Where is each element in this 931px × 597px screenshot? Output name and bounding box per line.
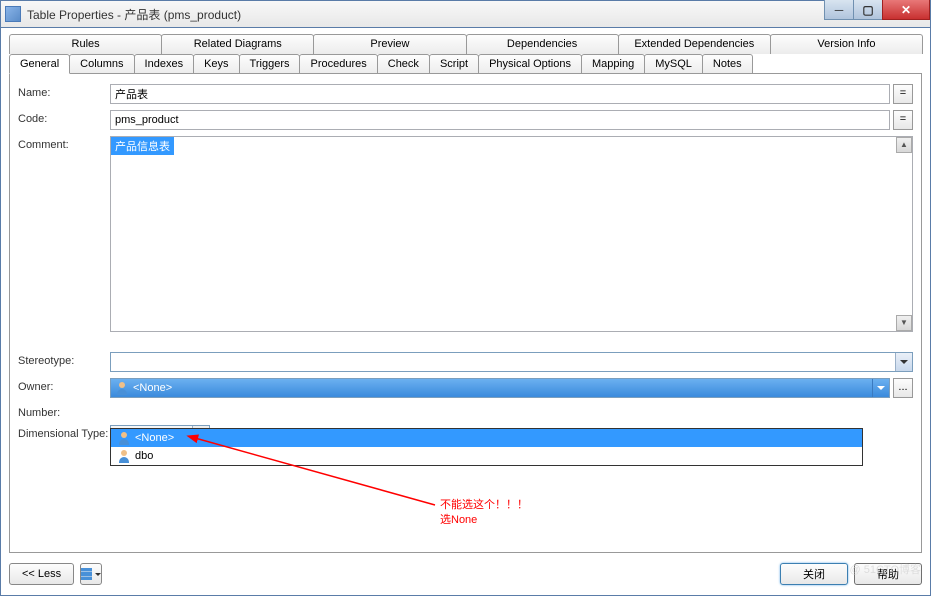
owner-browse-button[interactable]: ...: [893, 378, 913, 398]
tab-dependencies[interactable]: Dependencies: [466, 34, 619, 54]
comment-selected-text: 产品信息表: [111, 137, 174, 155]
dropdown-item-none[interactable]: <None>: [111, 429, 862, 447]
tab-notes[interactable]: Notes: [702, 54, 753, 74]
tab-extended-dependencies[interactable]: Extended Dependencies: [618, 34, 771, 54]
tab-triggers[interactable]: Triggers: [239, 54, 301, 74]
comment-label: Comment:: [18, 136, 110, 151]
close-window-button[interactable]: ✕: [882, 0, 930, 20]
general-panel: Name: = Code: = Comment: 产品信息表 ▲ ▼ Stere…: [9, 73, 922, 553]
stereotype-label: Stereotype:: [18, 352, 110, 367]
tab-indexes[interactable]: Indexes: [134, 54, 195, 74]
code-label: Code:: [18, 110, 110, 125]
owner-row: Owner: <None> ...: [18, 378, 913, 398]
close-button[interactable]: 关闭: [780, 563, 848, 585]
window-title: Table Properties - 产品表 (pms_product): [27, 6, 825, 23]
code-eq-button[interactable]: =: [893, 110, 913, 130]
person-icon: [115, 381, 129, 395]
maximize-button[interactable]: ▢: [853, 0, 883, 20]
minimize-button[interactable]: ─: [824, 0, 854, 20]
bottom-bar: << Less 关闭 帮助: [9, 563, 922, 585]
annotation-line2: 选None: [440, 513, 528, 528]
tab-columns[interactable]: Columns: [69, 54, 134, 74]
scroll-down-icon[interactable]: ▼: [896, 315, 912, 331]
tab-row-upper: Rules Related Diagrams Preview Dependenc…: [9, 34, 922, 54]
window-buttons: ─ ▢ ✕: [825, 0, 930, 20]
options-icon-button[interactable]: [80, 563, 102, 585]
dimtype-label: Dimensional Type:: [18, 425, 110, 440]
annotation-line1: 不能选这个！！！: [440, 498, 528, 513]
name-eq-button[interactable]: =: [893, 84, 913, 104]
person-icon: [117, 449, 131, 463]
less-button[interactable]: << Less: [9, 563, 74, 585]
dropdown-item-dbo[interactable]: dbo: [111, 447, 862, 465]
comment-row: Comment: 产品信息表 ▲ ▼: [18, 136, 913, 332]
tab-script[interactable]: Script: [429, 54, 479, 74]
code-row: Code: =: [18, 110, 913, 130]
name-input[interactable]: [110, 84, 890, 104]
tab-general[interactable]: General: [9, 54, 70, 74]
tab-version-info[interactable]: Version Info: [770, 34, 923, 54]
owner-label: Owner:: [18, 378, 110, 393]
person-icon: [117, 431, 131, 445]
tab-keys[interactable]: Keys: [193, 54, 239, 74]
stereotype-row: Stereotype:: [18, 352, 913, 372]
chevron-down-icon: [895, 353, 912, 371]
owner-combo[interactable]: <None>: [110, 378, 890, 398]
number-label: Number:: [18, 404, 110, 419]
chevron-down-icon: [872, 379, 889, 397]
comment-textarea[interactable]: 产品信息表 ▲ ▼: [110, 136, 913, 332]
tab-mysql[interactable]: MySQL: [644, 54, 703, 74]
number-row: Number:: [18, 404, 913, 419]
dropdown-item-label: dbo: [135, 450, 153, 462]
tab-check[interactable]: Check: [377, 54, 430, 74]
tab-mapping[interactable]: Mapping: [581, 54, 645, 74]
tab-related-diagrams[interactable]: Related Diagrams: [161, 34, 314, 54]
scroll-up-icon[interactable]: ▲: [896, 137, 912, 153]
annotation-text: 不能选这个！！！ 选None: [440, 498, 528, 529]
name-row: Name: =: [18, 84, 913, 104]
dropdown-item-label: <None>: [135, 432, 174, 444]
tab-rules[interactable]: Rules: [9, 34, 162, 54]
tab-procedures[interactable]: Procedures: [299, 54, 377, 74]
tab-preview[interactable]: Preview: [313, 34, 466, 54]
owner-dropdown-list: <None> dbo: [110, 428, 863, 466]
stereotype-combo[interactable]: [110, 352, 913, 372]
titlebar: Table Properties - 产品表 (pms_product) ─ ▢…: [0, 0, 931, 28]
tab-physical-options[interactable]: Physical Options: [478, 54, 582, 74]
code-input[interactable]: [110, 110, 890, 130]
tab-row-lower: General Columns Indexes Keys Triggers Pr…: [9, 54, 922, 74]
stack-icon: [81, 568, 92, 580]
owner-value: <None>: [133, 382, 172, 394]
watermark: @ 51CTO博客: [850, 561, 921, 577]
chevron-down-icon: [95, 573, 101, 576]
app-icon: [5, 6, 21, 22]
name-label: Name:: [18, 84, 110, 99]
